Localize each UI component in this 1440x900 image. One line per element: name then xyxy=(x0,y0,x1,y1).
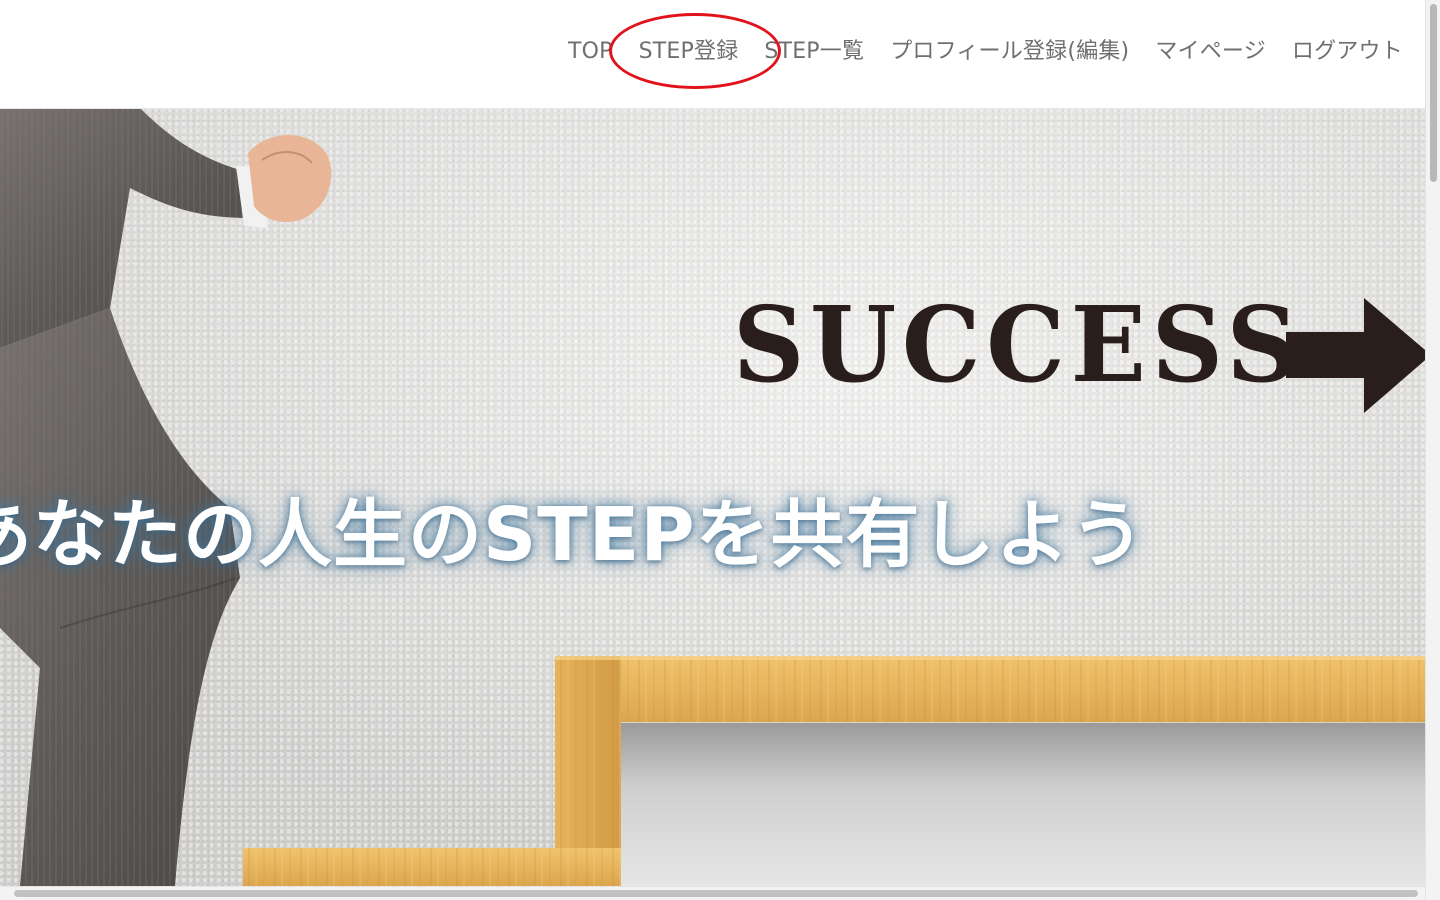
right-arrow-icon xyxy=(1286,298,1425,413)
horizontal-scrollbar[interactable] xyxy=(0,886,1425,900)
vertical-scrollbar[interactable] xyxy=(1425,0,1440,900)
horizontal-scrollbar-thumb[interactable] xyxy=(14,890,1418,897)
nav-mypage[interactable]: マイページ xyxy=(1155,36,1266,68)
page: TOP STEP登録 STEP一覧 プロフィール登録(編集) マイページ ログア… xyxy=(0,0,1440,900)
nav-top[interactable]: TOP xyxy=(568,36,613,68)
nav-step-list[interactable]: STEP一覧 xyxy=(764,36,864,68)
hero-banner: SUCCESS あなたの人生のSTEPを共有しよう xyxy=(0,108,1425,886)
site-header: TOP STEP登録 STEP一覧 プロフィール登録(編集) マイページ ログア… xyxy=(0,0,1425,109)
success-stencil-text: SUCCESS xyxy=(733,283,1304,406)
nav-profile-edit[interactable]: プロフィール登録(編集) xyxy=(890,36,1129,68)
hero-headline: あなたの人生のSTEPを共有しよう xyxy=(0,492,1146,578)
nav-logout[interactable]: ログアウト xyxy=(1292,36,1403,68)
nav-step-register[interactable]: STEP登録 xyxy=(639,36,739,68)
main-nav: TOP STEP登録 STEP一覧 プロフィール登録(編集) マイページ ログア… xyxy=(568,36,1425,68)
vertical-scrollbar-thumb[interactable] xyxy=(1430,4,1437,182)
